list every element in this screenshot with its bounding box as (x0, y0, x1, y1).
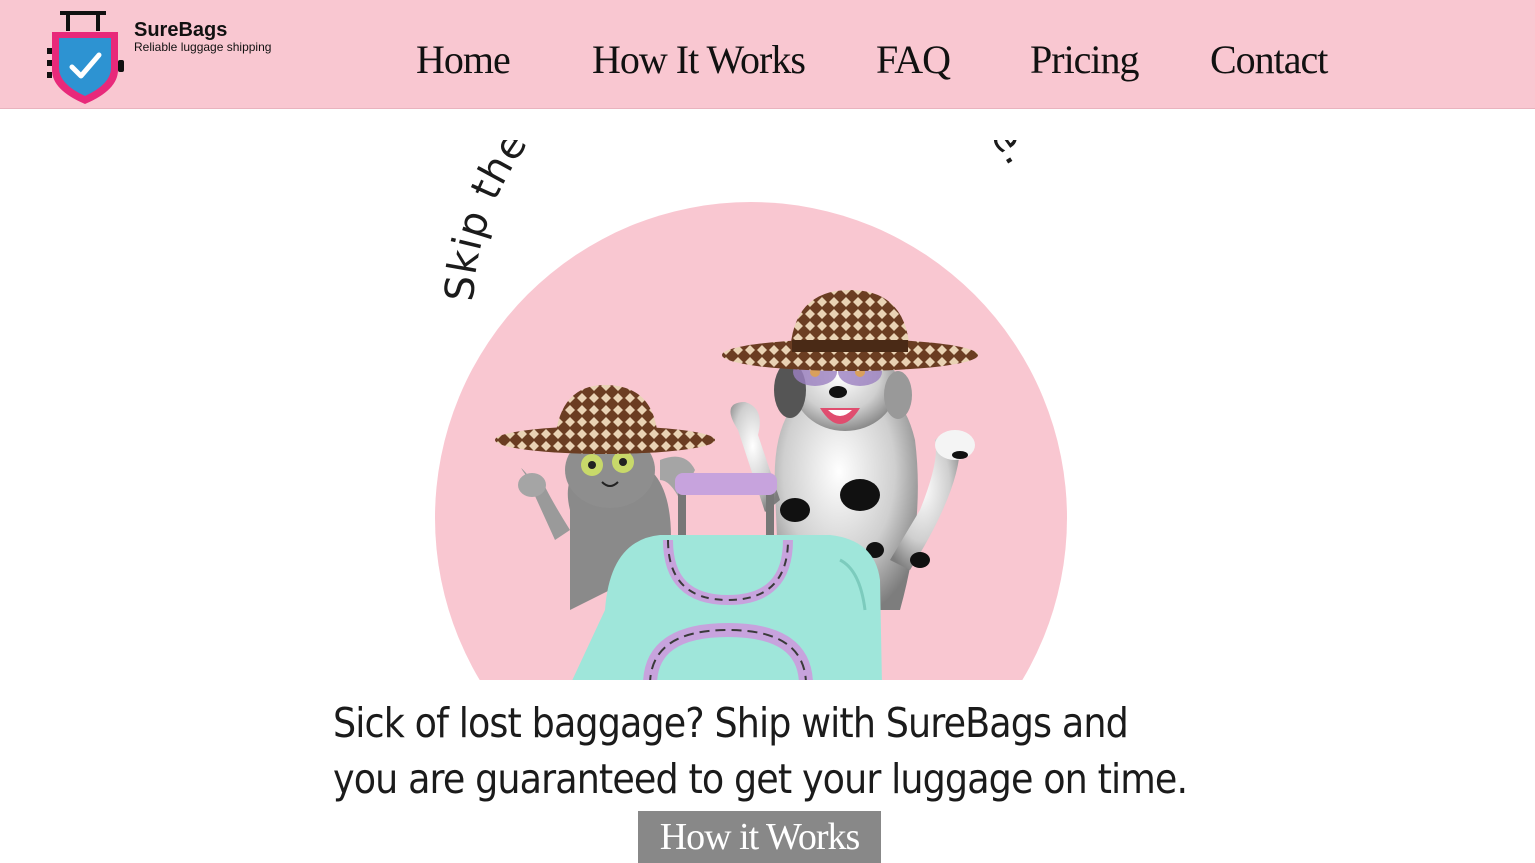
how-it-works-button[interactable]: How it Works (638, 811, 881, 863)
brand-tagline: Reliable luggage shipping (134, 40, 272, 54)
site-header: SureBags Reliable luggage shipping Home … (0, 0, 1535, 109)
hero-body-line-2: you are guaranteed to get your luggage o… (333, 755, 1188, 803)
nav-home[interactable]: Home (416, 36, 511, 84)
hero-illustration: Skip the Stress. Ship Your Luggage. (435, 140, 1067, 680)
hero-body-line-1: Sick of lost baggage? Ship with SureBags… (333, 699, 1129, 747)
nav-contact[interactable]: Contact (1210, 36, 1328, 84)
shield-checkmark-luggage-icon[interactable] (44, 8, 128, 106)
hero-body: Sick of lost baggage? Ship with SureBags… (333, 695, 1188, 807)
nav-pricing[interactable]: Pricing (1030, 36, 1140, 84)
nav-faq[interactable]: FAQ (876, 36, 951, 84)
brand: SureBags Reliable luggage shipping (134, 19, 271, 54)
nav-how-it-works[interactable]: How It Works (592, 36, 806, 84)
brand-name[interactable]: SureBags (134, 19, 271, 41)
